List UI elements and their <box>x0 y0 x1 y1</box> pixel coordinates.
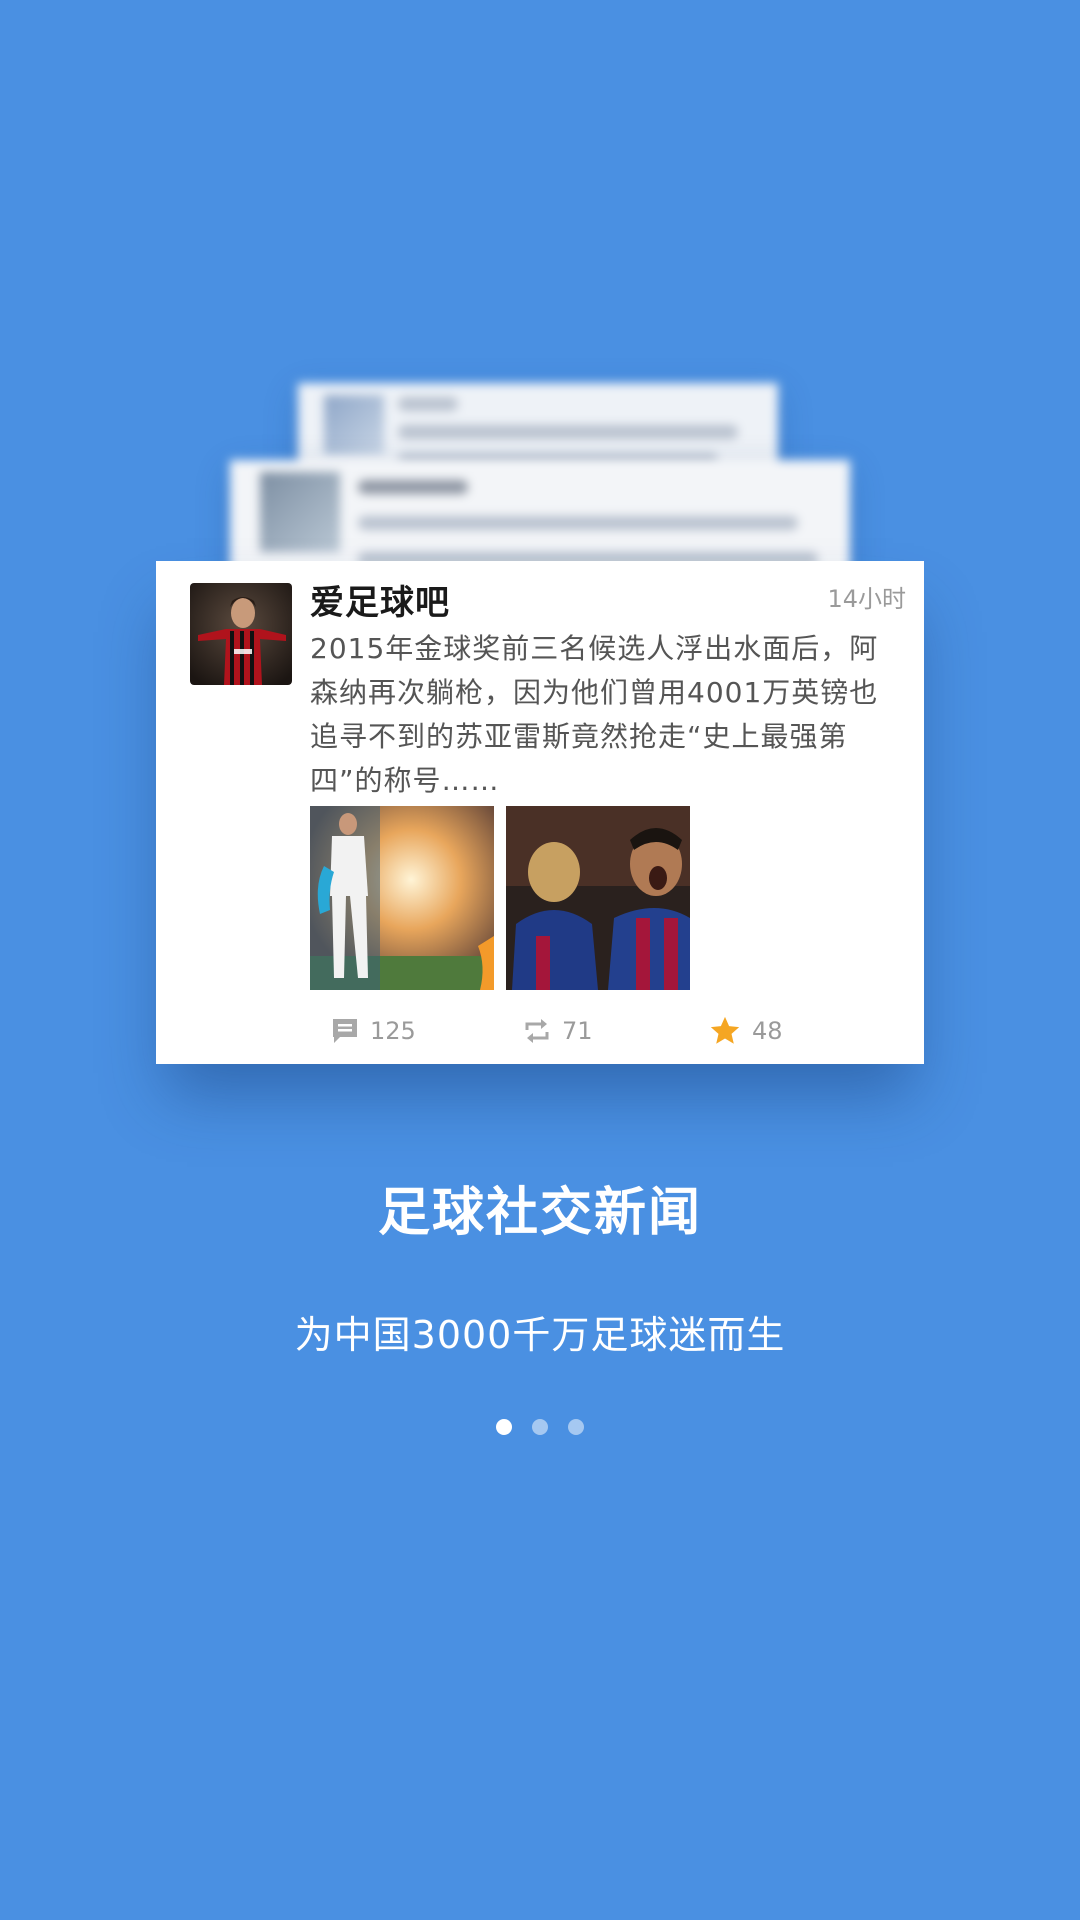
page-dot-1[interactable] <box>496 1419 512 1435</box>
post-image-1[interactable] <box>310 806 494 990</box>
repost-button[interactable]: 71 <box>522 1011 593 1051</box>
comment-button[interactable]: 125 <box>330 1011 416 1051</box>
page-dot-2[interactable] <box>532 1419 548 1435</box>
background-card-line <box>358 480 468 494</box>
background-card-line <box>398 397 458 411</box>
background-card-line <box>398 425 738 439</box>
comment-icon <box>333 1019 357 1043</box>
page-dot-3[interactable] <box>568 1419 584 1435</box>
page-indicator <box>0 1419 1080 1435</box>
post-timestamp: 14小时 <box>827 585 906 613</box>
repost-count: 71 <box>562 1017 593 1045</box>
background-card-line <box>358 516 798 530</box>
post-image-2-picture <box>506 806 690 990</box>
post-image-2[interactable] <box>506 806 690 990</box>
onboarding-headline: 足球社交新闻 <box>377 1183 702 1243</box>
post-image-1-picture <box>310 806 494 990</box>
background-card-avatar <box>324 395 384 455</box>
post-text[interactable]: 2015年金球奖前三名候选人浮出水面后，阿森纳再次躺枪，因为他们曾用4001万英… <box>310 627 900 803</box>
star-count: 48 <box>752 1017 783 1045</box>
author-avatar-image <box>190 583 292 685</box>
star-icon <box>710 1016 740 1044</box>
author-avatar[interactable] <box>190 583 292 685</box>
repost-icon <box>525 1019 549 1043</box>
onboarding-subline: 为中国3000千万足球迷而生 <box>294 1313 786 1357</box>
feed-card[interactable]: 爱足球吧 14小时 2015年金球奖前三名候选人浮出水面后，阿森纳再次躺枪，因为… <box>156 561 924 1064</box>
star-button[interactable]: 48 <box>708 1011 783 1051</box>
comment-count: 125 <box>370 1017 416 1045</box>
author-name[interactable]: 爱足球吧 <box>310 575 450 624</box>
background-card-avatar <box>260 472 340 552</box>
